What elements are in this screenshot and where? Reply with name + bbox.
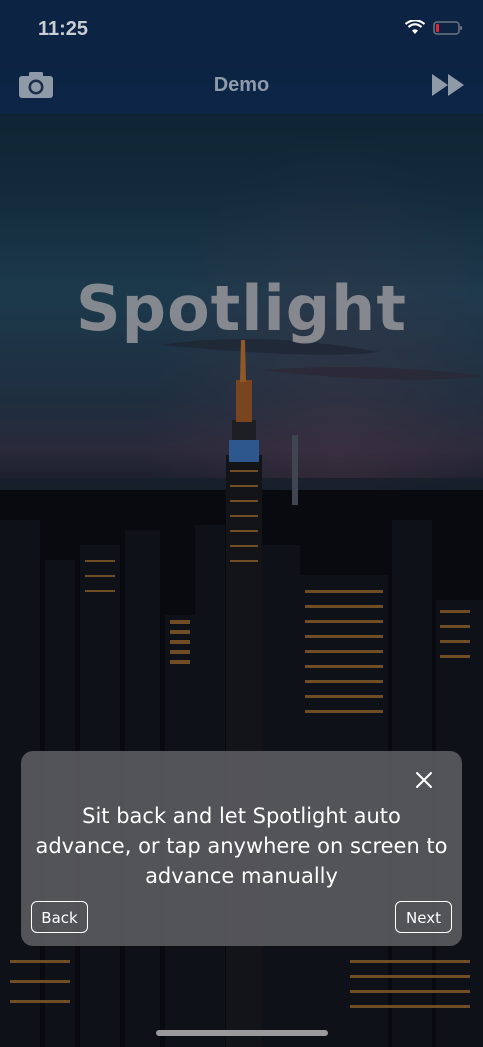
battery-low-icon xyxy=(433,20,463,40)
status-bar: 11:25 xyxy=(0,0,483,58)
status-time: 11:25 xyxy=(38,18,89,40)
spotlight-card: Sit back and let Spotlight auto advance,… xyxy=(21,751,462,946)
fast-forward-button[interactable] xyxy=(431,72,465,98)
spotlight-headline: Spotlight xyxy=(76,272,407,345)
home-indicator[interactable] xyxy=(156,1030,328,1036)
back-button[interactable]: Back xyxy=(31,901,88,933)
close-button[interactable] xyxy=(415,771,433,789)
close-icon xyxy=(416,772,432,788)
wifi-icon xyxy=(404,19,426,40)
page-title: Demo xyxy=(213,74,270,96)
app-screen[interactable]: 11:25 Demo Spotlight Sit back and let Sp… xyxy=(0,0,483,1047)
fast-forward-icon xyxy=(432,74,464,96)
next-button[interactable]: Next xyxy=(395,901,452,933)
navigation-bar: Demo xyxy=(0,58,483,114)
spotlight-message: Sit back and let Spotlight auto advance,… xyxy=(35,804,448,888)
